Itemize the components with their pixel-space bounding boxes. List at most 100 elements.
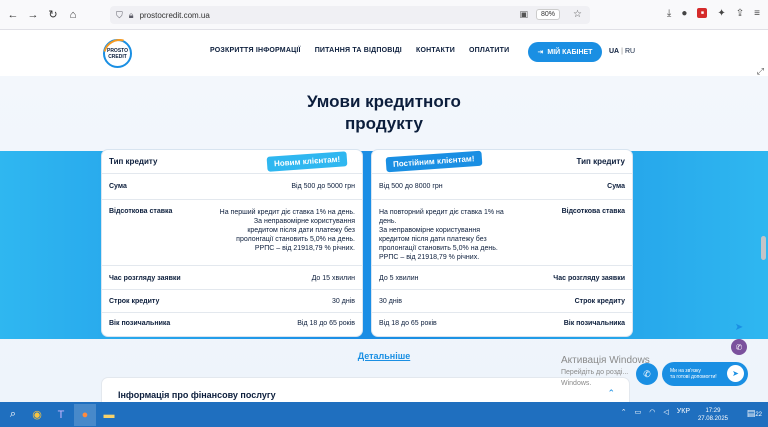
row-label: Строк кредиту (109, 298, 160, 305)
url-text[interactable]: prostocredit.com.ua (140, 11, 210, 20)
telegram-chat-icon: ➤ (727, 365, 744, 382)
forward-icon[interactable]: → (26, 8, 40, 22)
row-label: Вік позичальника (563, 320, 625, 327)
clock-date: 27.08.2025 (697, 416, 728, 422)
nav-disclosure[interactable]: РОЗКРИТТЯ ІНФОРМАЦІЇ (210, 47, 301, 54)
regular-clients-card: Постійним клієнтам! Тип кредиту Від 500 … (372, 150, 632, 336)
rate-line: кредитом після дати платежу без (379, 236, 487, 243)
table-row: Відсоткова ставка На перший кредит діє с… (102, 200, 362, 266)
home-icon[interactable]: ⌂ (66, 8, 80, 22)
row-value: Від 500 до 8000 грн (379, 183, 443, 190)
table-row: До 5 хвилин Час розгляду заявки (372, 266, 632, 290)
volume-icon[interactable]: ◁ (663, 408, 668, 416)
page-title: Умови кредитного продукту (0, 91, 768, 135)
bookmark-star-icon[interactable]: ☆ (573, 9, 582, 20)
rate-line: пролонгації становить 5,0% на день. (379, 245, 498, 252)
chat-widget[interactable]: Ми на зв'язку та готові допомогти! ➤ (662, 362, 748, 386)
back-icon[interactable]: ← (6, 8, 20, 22)
chevron-up-icon[interactable]: ⌃ (607, 388, 615, 399)
search-icon[interactable]: ⌕ (2, 404, 24, 426)
row-label: Вік позичальника (109, 320, 171, 327)
nav-contacts[interactable]: КОНТАКТИ (416, 47, 455, 54)
zoom-level[interactable]: 80% (535, 9, 560, 20)
row-value: Від 500 до 5000 грн (291, 183, 355, 190)
lang-ru[interactable]: RU (625, 48, 635, 55)
main-nav: РОЗКРИТТЯ ІНФОРМАЦІЇ ПИТАННЯ ТА ВІДПОВІД… (210, 47, 509, 54)
table-row: 30 днів Строк кредиту (372, 290, 632, 313)
rate-line: день. (379, 218, 397, 225)
shield-icon[interactable]: ⛉ (116, 10, 123, 21)
viber-icon[interactable]: ✆ (731, 339, 747, 355)
download-icon[interactable]: ⤓ (667, 8, 671, 19)
table-row: Постійним клієнтам! Тип кредиту (372, 150, 632, 174)
row-value: До 5 хвилин (379, 275, 419, 282)
wifi-icon[interactable]: ◠ (649, 408, 655, 416)
rate-line: РРПС – від 21918,79 % річних. (379, 254, 480, 261)
row-value: 30 днів (332, 298, 355, 305)
page-scrollbar[interactable] (761, 236, 766, 260)
rate-line: пролонгації становить 5,0% на день. (236, 236, 355, 243)
notification-count: 22 (755, 412, 762, 418)
row-label: Строк кредиту (574, 298, 625, 305)
row-value: 30 днів (379, 298, 402, 305)
screenshot-icon[interactable]: ▣ (519, 9, 528, 20)
table-row: Вік позичальника Від 18 до 65 років (102, 313, 362, 336)
table-row: Час розгляду заявки До 15 хвилин (102, 266, 362, 290)
rate-line: За неправомірне користування (253, 218, 355, 225)
file-explorer-icon[interactable]: ▬ (98, 404, 120, 426)
row-label: Відсоткова ставка (561, 208, 625, 215)
row-label: Сума (607, 183, 625, 190)
notification-icon[interactable]: ▤22 (747, 408, 762, 419)
row-value-rate: На перший кредит діє ставка 1% на день. … (195, 208, 355, 253)
reload-icon[interactable]: ↻ (46, 8, 60, 22)
teams-icon[interactable]: T (50, 404, 72, 426)
chrome-icon[interactable]: ◉ (26, 404, 48, 426)
page-content: Умови кредитного продукту Тип кредиту Но… (0, 76, 768, 408)
details-link[interactable]: Детальніше (0, 351, 768, 361)
site-header: PROSTO CREDIT РОЗКРИТТЯ ІНФОРМАЦІЇ ПИТАН… (0, 30, 768, 76)
credit-type-label: Тип кредиту (109, 157, 158, 166)
menu-icon[interactable]: ≡ (754, 8, 760, 19)
phone-icon[interactable]: ✆ (636, 363, 658, 385)
table-row: Сума Від 500 до 5000 грн (102, 174, 362, 200)
extension-icon[interactable]: ■ (697, 8, 708, 18)
row-value: Від 18 до 65 років (379, 320, 437, 327)
chevron-up-icon[interactable]: ⌃ (621, 408, 627, 416)
logo-text-1: PROSTO (106, 47, 129, 54)
table-row: Від 500 до 8000 грн Сума (372, 174, 632, 200)
toolbar-right: ⤓ ● ■ ✦ ⇪ ≡ (667, 8, 760, 19)
row-value-rate: На повторний кредит діє ставка 1% на ден… (379, 208, 529, 262)
input-language[interactable]: УКР (677, 408, 690, 416)
nav-faq[interactable]: ПИТАННЯ ТА ВІДПОВІДІ (315, 47, 402, 54)
lock-icon[interactable]: 🔒︎ (129, 10, 134, 21)
share-icon[interactable]: ⇪ (736, 8, 744, 19)
telegram-icon[interactable]: ➤ (731, 319, 747, 335)
extensions-icon[interactable]: ✦ (717, 8, 725, 19)
activation-line: Windows. (561, 380, 592, 387)
table-row: На повторний кредит діє ставка 1% на ден… (372, 200, 632, 266)
lang-ua[interactable]: UA (609, 48, 619, 55)
new-clients-card: Тип кредиту Новим клієнтам! Сума Від 500… (102, 150, 362, 336)
login-icon: ⇥ (537, 49, 544, 56)
clock-time: 17:29 (705, 408, 721, 414)
logo-text-2: CREDIT (108, 53, 127, 60)
table-row: Тип кредиту Новим клієнтам! (102, 150, 362, 174)
rate-line: За неправомірне користування (379, 227, 481, 234)
page-title-line-1: Умови кредитного (307, 92, 461, 111)
row-label: Відсоткова ставка (109, 208, 173, 215)
prostocredit-logo[interactable]: PROSTO CREDIT (103, 39, 132, 68)
my-cabinet-button[interactable]: ⇥ МІЙ КАБІНЕТ (528, 42, 602, 62)
language-switch: UA | RU (609, 48, 635, 55)
account-icon[interactable]: ● (681, 8, 687, 19)
firefox-icon[interactable]: ● (74, 403, 96, 426)
clock[interactable]: 17:29 27.08.2025 (698, 407, 728, 423)
row-label: Сума (109, 183, 127, 190)
nav-pay[interactable]: ОПЛАТИТИ (469, 47, 509, 54)
rate-line: На перший кредит діє ставка 1% на день. (219, 209, 355, 216)
network-icon[interactable]: ▭ (635, 408, 642, 416)
address-bar[interactable]: ⛉ 🔒︎ prostocredit.com.ua ▣ 80% ☆ (110, 6, 590, 24)
table-row: Строк кредиту 30 днів (102, 290, 362, 313)
windows-taskbar: ⌕ ◉ T ● ▬ ⌃ ▭ ◠ ◁ УКР 17:29 27.08.2025 ▤… (0, 402, 768, 427)
row-value: До 15 хвилин (311, 275, 355, 282)
browser-toolbar: ← → ↻ ⌂ ⛉ 🔒︎ prostocredit.com.ua ▣ 80% ☆… (0, 0, 768, 30)
